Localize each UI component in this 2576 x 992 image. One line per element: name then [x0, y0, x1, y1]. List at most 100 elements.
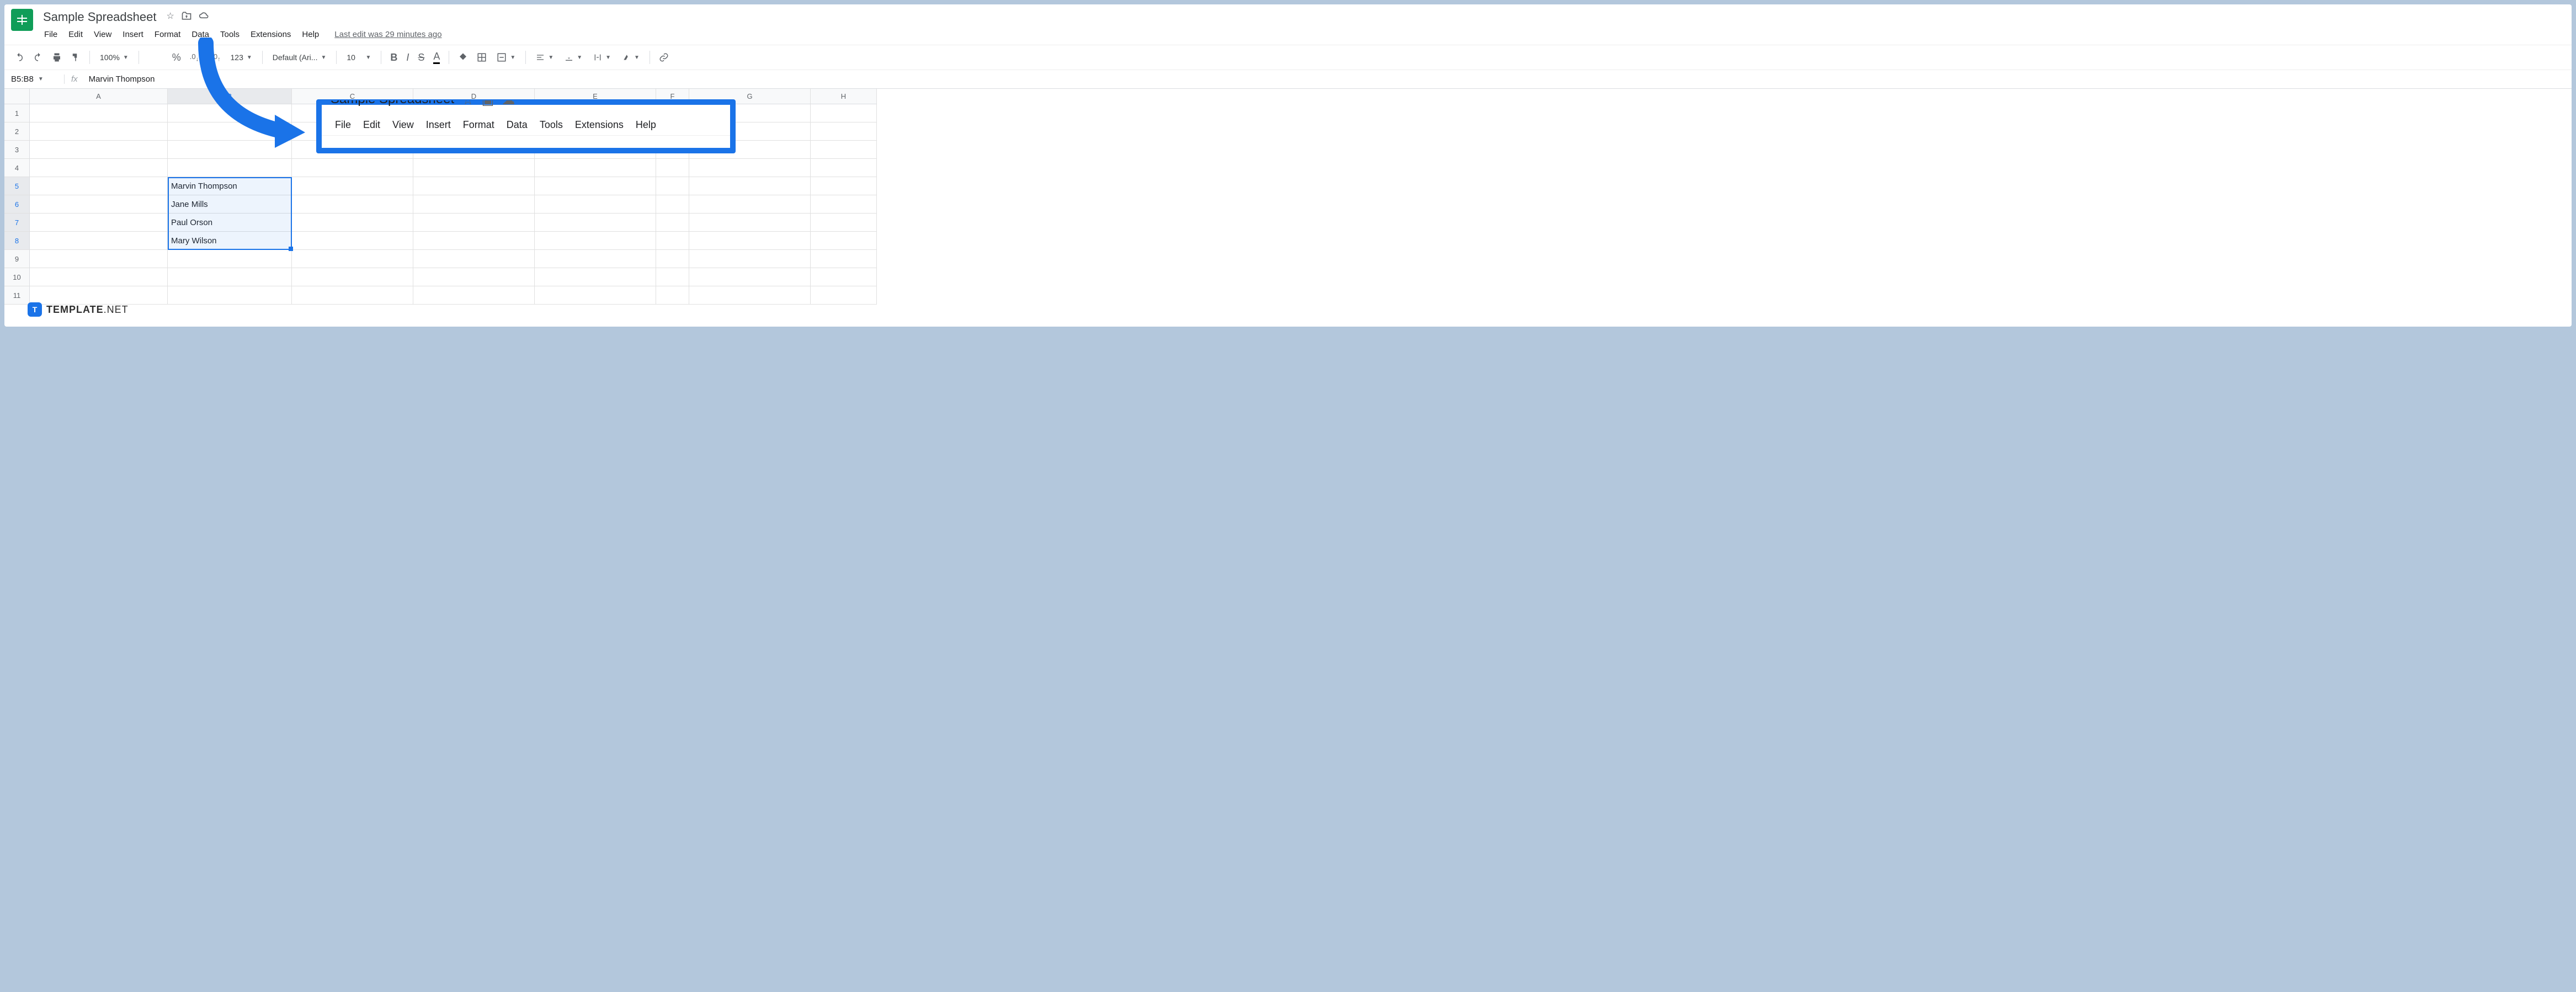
- cell[interactable]: [413, 159, 535, 177]
- cell[interactable]: [689, 195, 811, 214]
- callout-menu-help[interactable]: Help: [631, 117, 661, 133]
- row-header[interactable]: 10: [4, 268, 30, 286]
- cell[interactable]: [811, 286, 877, 305]
- cell[interactable]: [656, 177, 689, 195]
- cell[interactable]: [292, 232, 413, 250]
- menu-help[interactable]: Help: [297, 28, 323, 41]
- print-icon[interactable]: [49, 50, 65, 65]
- cell[interactable]: Marvin Thompson: [168, 177, 292, 195]
- wrap-button[interactable]: ▼: [589, 51, 615, 64]
- cell[interactable]: [656, 195, 689, 214]
- percent-button[interactable]: %: [169, 50, 184, 66]
- font-size-dropdown[interactable]: 10▼: [342, 51, 375, 64]
- col-header[interactable]: B: [168, 89, 292, 104]
- undo-icon[interactable]: [11, 50, 28, 65]
- cell[interactable]: [292, 268, 413, 286]
- cell[interactable]: [168, 286, 292, 305]
- borders-button[interactable]: [473, 50, 490, 65]
- row-header[interactable]: 11: [4, 286, 30, 305]
- cell[interactable]: [811, 141, 877, 159]
- cell[interactable]: [535, 268, 656, 286]
- cell[interactable]: [292, 250, 413, 268]
- cell[interactable]: [535, 232, 656, 250]
- cell[interactable]: [656, 214, 689, 232]
- strikethrough-button[interactable]: S: [414, 50, 428, 66]
- col-header[interactable]: H: [811, 89, 877, 104]
- link-button[interactable]: [656, 50, 672, 65]
- menu-edit[interactable]: Edit: [64, 28, 87, 41]
- decrease-decimal-button[interactable]: .0↓: [187, 50, 202, 65]
- cell[interactable]: [413, 195, 535, 214]
- cell[interactable]: [168, 250, 292, 268]
- cell[interactable]: [689, 177, 811, 195]
- h-align-button[interactable]: ▼: [531, 51, 558, 64]
- cell[interactable]: [535, 195, 656, 214]
- bold-button[interactable]: B: [387, 50, 401, 66]
- cell[interactable]: [292, 177, 413, 195]
- callout-menu-data[interactable]: Data: [502, 117, 532, 133]
- cell[interactable]: [811, 195, 877, 214]
- menu-tools[interactable]: Tools: [216, 28, 244, 41]
- cell[interactable]: [811, 250, 877, 268]
- cell[interactable]: [689, 232, 811, 250]
- cell[interactable]: [689, 159, 811, 177]
- move-icon[interactable]: [181, 10, 192, 24]
- cell[interactable]: [413, 250, 535, 268]
- cell[interactable]: [656, 232, 689, 250]
- row-header[interactable]: 5: [4, 177, 30, 195]
- cell[interactable]: [168, 141, 292, 159]
- cell[interactable]: [689, 286, 811, 305]
- sheets-logo[interactable]: [11, 9, 33, 31]
- cell[interactable]: [413, 232, 535, 250]
- name-box[interactable]: B5:B8▼: [9, 72, 64, 86]
- cell[interactable]: [656, 250, 689, 268]
- cell[interactable]: [811, 159, 877, 177]
- cell[interactable]: [292, 286, 413, 305]
- cell[interactable]: [30, 159, 168, 177]
- font-dropdown[interactable]: Default (Ari...▼: [268, 51, 331, 64]
- doc-title[interactable]: Sample Spreadsheet: [40, 9, 159, 25]
- row-header[interactable]: 3: [4, 141, 30, 159]
- increase-decimal-button[interactable]: .00↑: [204, 50, 224, 65]
- cell[interactable]: [168, 104, 292, 122]
- cell[interactable]: [811, 232, 877, 250]
- menu-view[interactable]: View: [89, 28, 116, 41]
- menu-data[interactable]: Data: [187, 28, 214, 41]
- cell[interactable]: [535, 214, 656, 232]
- callout-menu-view[interactable]: View: [388, 117, 418, 133]
- cloud-icon[interactable]: [199, 10, 210, 24]
- menu-extensions[interactable]: Extensions: [246, 28, 295, 41]
- callout-menu-insert[interactable]: Insert: [422, 117, 455, 133]
- row-header[interactable]: 4: [4, 159, 30, 177]
- cell[interactable]: [30, 232, 168, 250]
- cell[interactable]: [689, 214, 811, 232]
- rotate-button[interactable]: ▼: [618, 51, 644, 64]
- cell[interactable]: [535, 250, 656, 268]
- cell[interactable]: [656, 268, 689, 286]
- cell[interactable]: [30, 122, 168, 141]
- last-edit-link[interactable]: Last edit was 29 minutes ago: [334, 30, 441, 39]
- redo-icon[interactable]: [30, 50, 46, 65]
- menu-insert[interactable]: Insert: [118, 28, 148, 41]
- menu-format[interactable]: Format: [150, 28, 185, 41]
- cell[interactable]: [811, 177, 877, 195]
- callout-menu-file[interactable]: File: [331, 117, 355, 133]
- cell[interactable]: [811, 122, 877, 141]
- callout-menu-edit[interactable]: Edit: [359, 117, 385, 133]
- row-header[interactable]: 1: [4, 104, 30, 122]
- row-header[interactable]: 9: [4, 250, 30, 268]
- cell[interactable]: [413, 268, 535, 286]
- cell[interactable]: [413, 177, 535, 195]
- select-all-corner[interactable]: [4, 89, 30, 104]
- cell[interactable]: [811, 214, 877, 232]
- star-icon[interactable]: ☆: [166, 10, 174, 24]
- cell[interactable]: [292, 195, 413, 214]
- row-header[interactable]: 2: [4, 122, 30, 141]
- cell[interactable]: Paul Orson: [168, 214, 292, 232]
- cell[interactable]: [30, 141, 168, 159]
- number-format-dropdown[interactable]: 123▼: [226, 51, 257, 64]
- cell[interactable]: [535, 159, 656, 177]
- text-color-button[interactable]: A: [430, 49, 443, 66]
- cell[interactable]: [656, 159, 689, 177]
- cell[interactable]: [292, 214, 413, 232]
